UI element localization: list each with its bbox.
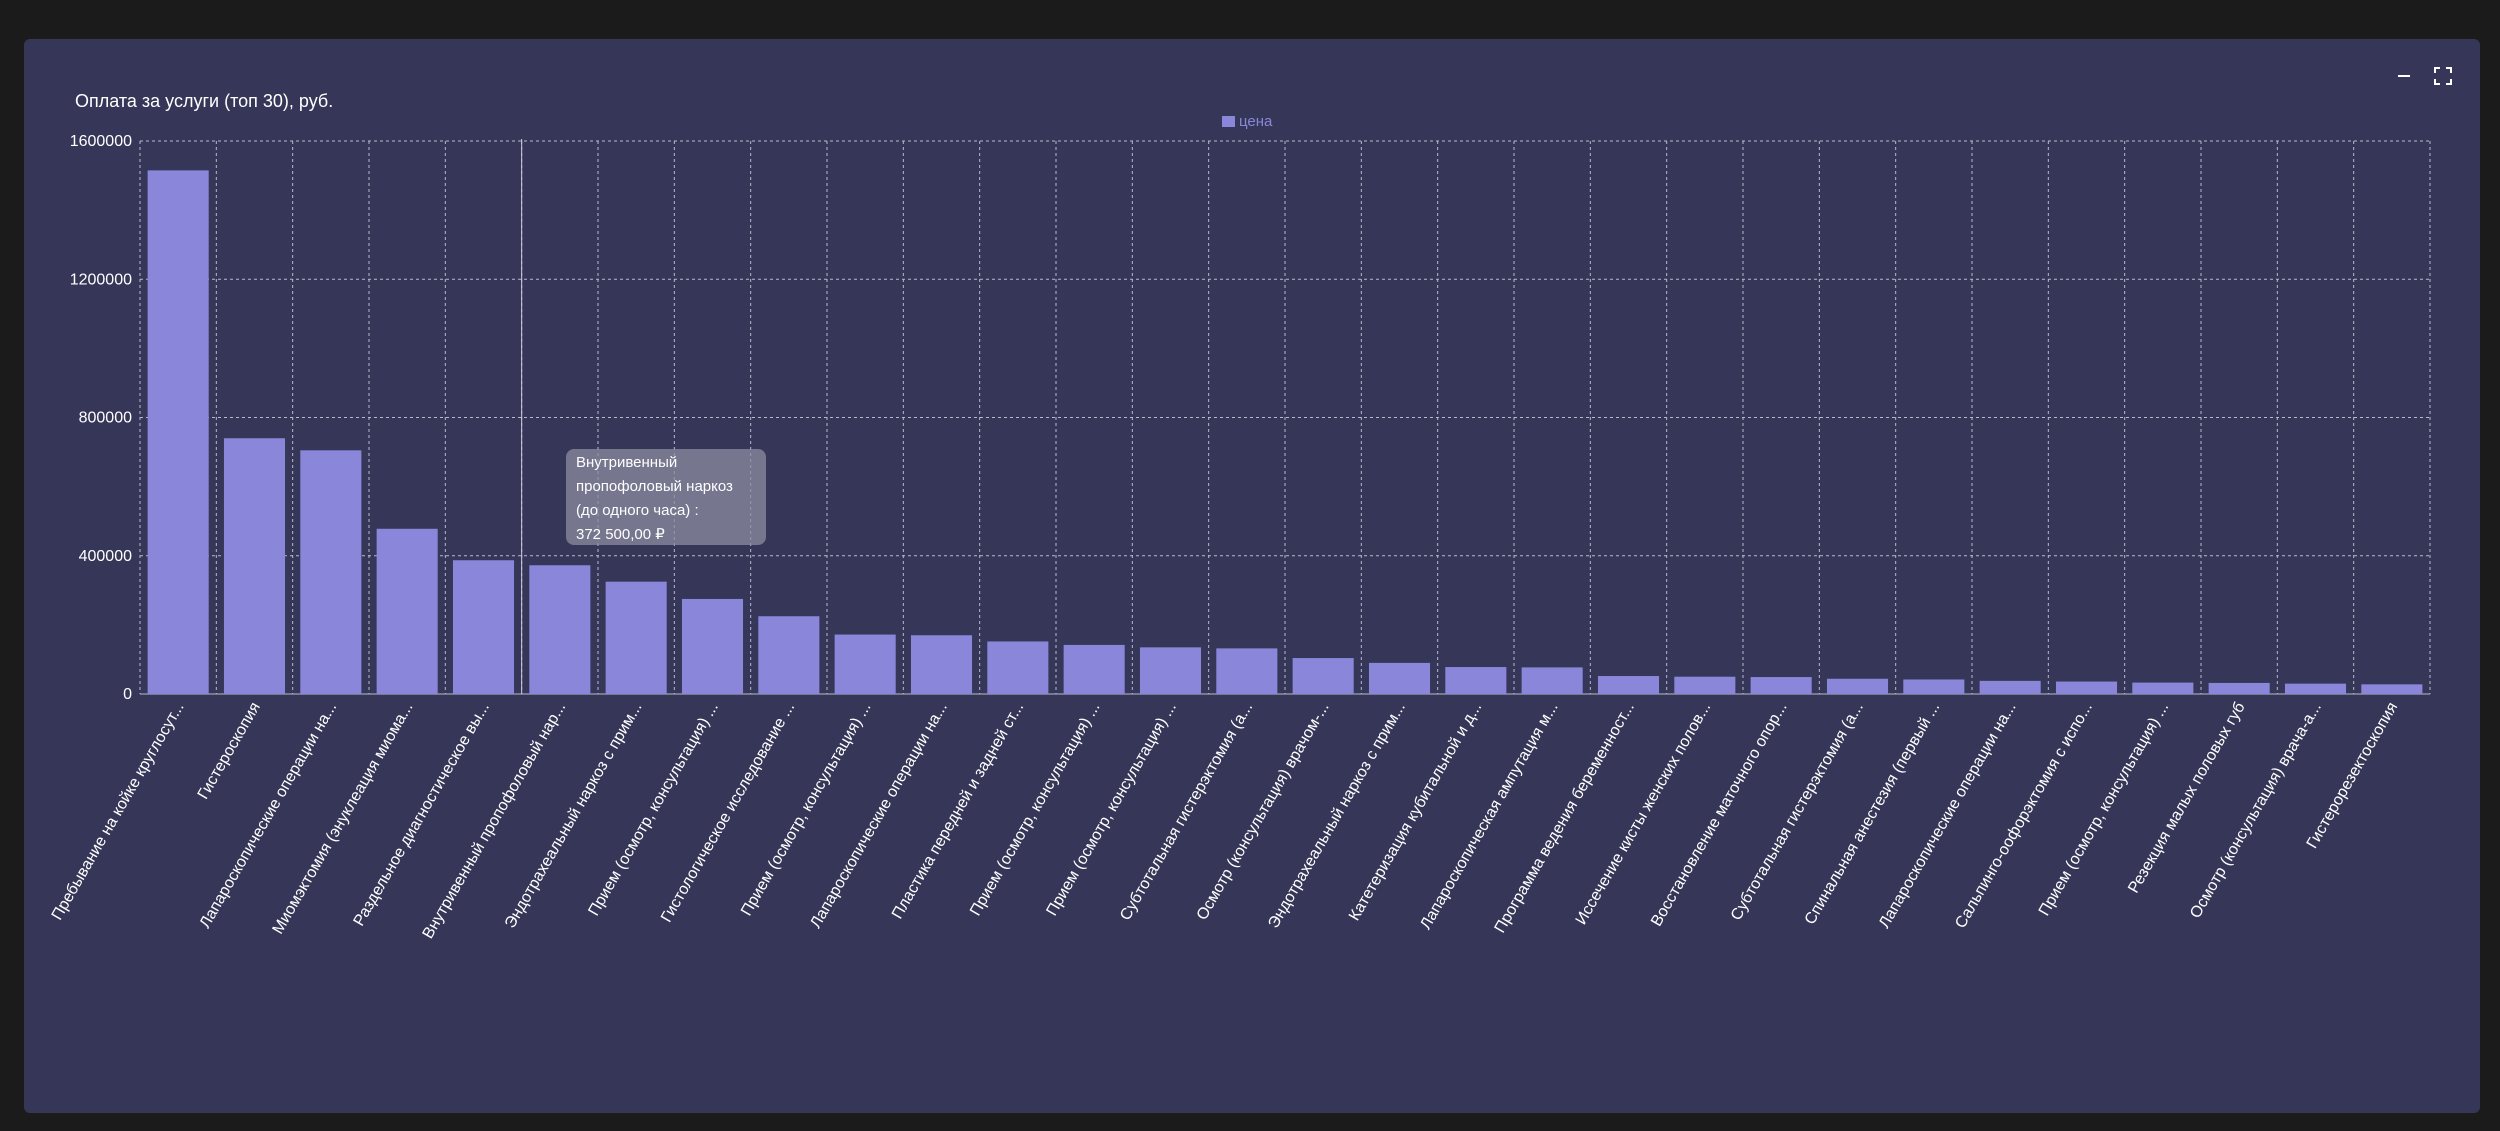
bar[interactable] bbox=[987, 641, 1049, 694]
x-tick-label: Осмотр (консультация) врача-а... bbox=[2187, 700, 2325, 922]
legend-swatch[interactable] bbox=[1222, 116, 1235, 127]
x-tick-label: Пребывание на койке круглосут... bbox=[49, 700, 188, 924]
bar[interactable] bbox=[1979, 680, 2041, 694]
x-tick-label: Сальпинго-оофорэктомия с испо... bbox=[1952, 700, 2096, 932]
x-tick-label: Прием (осмотр, консультация) ... bbox=[1043, 700, 1179, 919]
bar[interactable] bbox=[2208, 682, 2270, 694]
legend-label[interactable]: цена bbox=[1239, 113, 1273, 130]
x-tick-label: Спинальная анестезия (первый ... bbox=[1802, 700, 1944, 928]
x-tick-label: Раздельное диагностическое вы... bbox=[351, 700, 493, 930]
bar[interactable] bbox=[1597, 676, 1660, 694]
bar[interactable] bbox=[2361, 684, 2423, 694]
x-tick-label: Восстановление маточного опор... bbox=[1648, 700, 1791, 930]
bar[interactable] bbox=[1292, 658, 1354, 694]
y-tick-label: 800000 bbox=[79, 410, 132, 427]
y-tick-label: 400000 bbox=[79, 548, 132, 565]
x-tick-label: Иссечение кисты женских полов... bbox=[1573, 700, 1715, 928]
x-tick-label: Лапароскопические операции на... bbox=[197, 700, 341, 932]
bar[interactable] bbox=[2284, 683, 2347, 694]
x-tick-label: Осмотр (консультация) врачом-... bbox=[1194, 700, 1333, 924]
bar[interactable] bbox=[2132, 682, 2194, 694]
x-tick-label: Эндотрахеальный наркоз с прим... bbox=[1265, 700, 1409, 932]
bar[interactable] bbox=[1521, 667, 1583, 694]
x-tick-label: Гистологическое исследование ... bbox=[658, 700, 798, 926]
x-tick-label: Лапароскопические операции на... bbox=[807, 700, 951, 932]
x-tick-label: Миомэктомия (энуклеация миома... bbox=[270, 700, 417, 938]
x-tick-label: Субтотальная гистерэктомия (а... bbox=[1728, 700, 1867, 924]
x-tick-label: Катетеризация кубитальной и д... bbox=[1346, 700, 1485, 924]
bar[interactable] bbox=[147, 170, 209, 695]
tooltip-line-3: (до одного часа) : bbox=[576, 502, 699, 519]
bar[interactable] bbox=[1903, 679, 1965, 694]
tooltip-line-1: Внутривенный bbox=[576, 454, 678, 471]
y-axis: 0 400000 800000 1200000 1600000 bbox=[70, 133, 132, 703]
x-tick-label: Лапароскопические операции на... bbox=[1876, 699, 2020, 931]
y-tick-label: 0 bbox=[123, 686, 132, 703]
x-tick-label: Лапароскопическая ампутация м... bbox=[1417, 700, 1561, 933]
bar[interactable] bbox=[1216, 648, 1278, 694]
x-axis: Пребывание на койке круглосут... Гистерос… bbox=[49, 699, 2402, 941]
bar[interactable] bbox=[452, 560, 515, 694]
bar[interactable] bbox=[1368, 662, 1431, 694]
y-tick-label: 1600000 bbox=[70, 133, 132, 150]
x-tick-label: Прием (осмотр, консультация) ... bbox=[585, 700, 721, 919]
x-tick-label: Внутривенный пропофоловый нар... bbox=[420, 700, 570, 942]
bar[interactable] bbox=[2055, 681, 2118, 694]
tooltip-line-4: 372 500,00 ₽ bbox=[576, 526, 665, 543]
legend[interactable]: цена bbox=[1222, 113, 1273, 130]
chart-tooltip: Внутривенный пропофоловый наркоз (до одн… bbox=[566, 449, 766, 545]
x-tick-label: Эндотрахеальный наркоз с прим... bbox=[502, 700, 646, 932]
bar[interactable] bbox=[376, 528, 438, 694]
bar[interactable] bbox=[1674, 676, 1736, 694]
bar[interactable] bbox=[1063, 644, 1125, 694]
bar[interactable] bbox=[529, 565, 591, 694]
bar-chart: 0 400000 800000 1200000 1600000 Пребывание н… bbox=[49, 113, 2431, 942]
bar[interactable] bbox=[834, 634, 896, 694]
bar[interactable] bbox=[223, 438, 286, 694]
bar[interactable] bbox=[1139, 647, 1202, 694]
x-tick-label: Гистерорезектоскопия bbox=[2304, 700, 2402, 852]
x-tick-label: Прием (осмотр, консультация) ... bbox=[738, 700, 874, 919]
x-tick-label: Программа ведения беременност... bbox=[1492, 700, 1638, 937]
x-tick-label: Прием (осмотр, консультация) ... bbox=[2036, 700, 2172, 919]
bar[interactable] bbox=[1750, 677, 1812, 694]
bar[interactable] bbox=[1445, 667, 1507, 694]
bar[interactable] bbox=[300, 450, 362, 694]
bar[interactable] bbox=[758, 616, 820, 694]
bar[interactable] bbox=[910, 635, 973, 694]
bar[interactable] bbox=[681, 598, 744, 694]
x-tick-label: Пластика передней и задней ст... bbox=[889, 699, 1027, 922]
tooltip-line-2: пропофоловый наркоз bbox=[576, 478, 733, 495]
bar[interactable] bbox=[1826, 678, 1889, 694]
y-tick-label: 1200000 bbox=[70, 271, 132, 288]
bar[interactable] bbox=[605, 581, 667, 694]
x-tick-label: Субтотальная гистерэктомия (а... bbox=[1117, 700, 1256, 924]
x-tick-label: Прием (осмотр, консультация) ... bbox=[967, 700, 1103, 919]
x-tick-label: Гистероскопия bbox=[195, 700, 264, 803]
chart-panel: Оплата за услуги (топ 30), руб. 0 400000 8… bbox=[24, 39, 2480, 1113]
